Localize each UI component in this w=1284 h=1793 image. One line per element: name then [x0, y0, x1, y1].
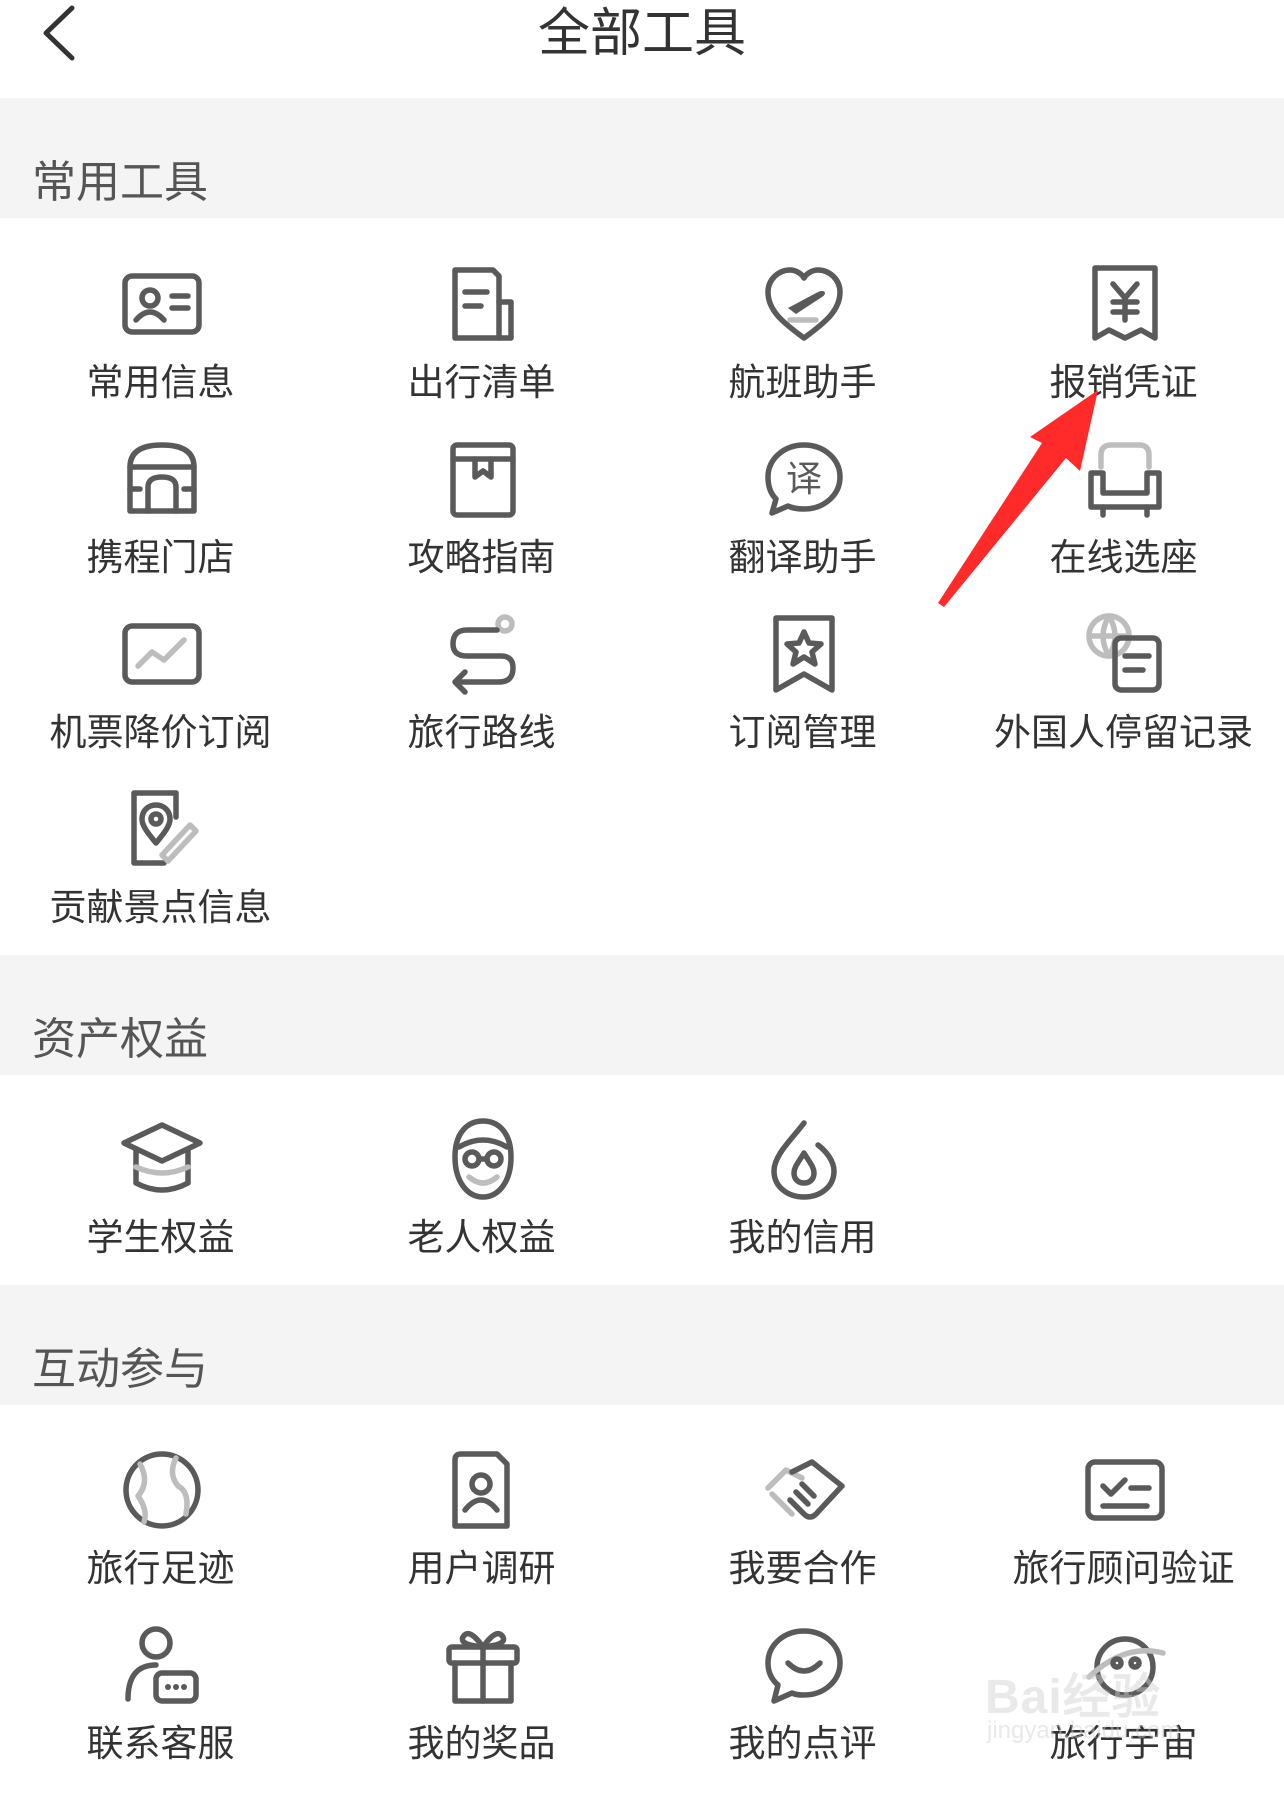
id-card-icon	[120, 262, 204, 346]
tool-label: 翻译助手	[728, 536, 877, 579]
tool-label: 航班助手	[728, 361, 877, 404]
section-header-assets-benefits: 资产权益	[0, 955, 1284, 1075]
tool-student-benefits[interactable]: 学生权益	[0, 1117, 321, 1287]
tool-label: 我的信用	[728, 1216, 877, 1259]
guide-book-icon	[441, 437, 525, 521]
tool-travel-footprint[interactable]: 旅行足迹	[0, 1448, 321, 1618]
page-title: 全部工具	[537, 4, 746, 64]
credit-drop-icon	[762, 1117, 846, 1201]
tool-flight-assistant[interactable]: 航班助手	[642, 262, 963, 432]
customer-service-icon	[120, 1623, 204, 1707]
tool-cooperation[interactable]: 我要合作	[642, 1448, 963, 1618]
section-title: 常用工具	[32, 157, 208, 208]
tool-label: 我的点评	[728, 1722, 877, 1765]
globe-document-icon	[1083, 612, 1167, 696]
tool-label: 出行清单	[407, 361, 556, 404]
route-icon	[441, 612, 525, 696]
tool-my-prizes[interactable]: 我的奖品	[321, 1623, 642, 1793]
svg-text:译: 译	[786, 459, 822, 500]
tool-travel-advisor-verification[interactable]: 旅行顾问验证	[963, 1448, 1284, 1618]
survey-user-icon	[441, 1448, 525, 1532]
flight-heart-icon	[762, 262, 846, 346]
verify-card-icon	[1083, 1448, 1167, 1532]
tool-label: 联系客服	[86, 1722, 235, 1765]
tool-label: 旅行顾问验证	[1012, 1547, 1235, 1590]
section-title: 资产权益	[32, 1014, 208, 1065]
tool-subscription-management[interactable]: 订阅管理	[642, 612, 963, 782]
tool-fare-drop-subscription[interactable]: 机票降价订阅	[0, 612, 321, 782]
section-header-common-tools: 常用工具	[0, 98, 1284, 218]
tool-label: 用户调研	[407, 1547, 556, 1590]
handshake-icon	[762, 1448, 846, 1532]
elder-face-icon	[441, 1117, 525, 1201]
price-chart-icon	[120, 612, 204, 696]
tool-travel-checklist[interactable]: 出行清单	[321, 262, 642, 432]
section-title: 互动参与	[32, 1344, 208, 1395]
tool-label: 旅行路线	[407, 711, 556, 754]
tool-label: 我的奖品	[407, 1722, 556, 1765]
tool-user-research[interactable]: 用户调研	[321, 1448, 642, 1618]
tool-label: 攻略指南	[407, 536, 556, 579]
tool-contact-customer-service[interactable]: 联系客服	[0, 1623, 321, 1793]
tool-common-info[interactable]: 常用信息	[0, 262, 321, 432]
review-bubble-icon	[762, 1623, 846, 1707]
tool-foreigner-stay-record[interactable]: 外国人停留记录	[963, 612, 1284, 782]
tool-senior-benefits[interactable]: 老人权益	[321, 1117, 642, 1287]
annotation-arrow	[938, 390, 1098, 607]
tool-label: 携程门店	[86, 536, 235, 579]
checklist-icon	[441, 262, 525, 346]
tool-travel-route[interactable]: 旅行路线	[321, 612, 642, 782]
tool-label: 常用信息	[86, 361, 235, 404]
section-header-interaction: 互动参与	[0, 1285, 1284, 1405]
tool-strategy-guide[interactable]: 攻略指南	[321, 437, 642, 607]
translate-bubble-icon: 译	[762, 437, 846, 521]
graduation-cap-icon	[120, 1117, 204, 1201]
tool-label: 贡献景点信息	[49, 886, 272, 929]
top-bar: 全部工具	[0, 0, 1284, 98]
tool-label: 老人权益	[407, 1216, 556, 1259]
tool-label: 我要合作	[728, 1547, 877, 1590]
tool-my-credit[interactable]: 我的信用	[642, 1117, 963, 1287]
gift-icon	[441, 1623, 525, 1707]
receipt-yuan-icon	[1083, 262, 1167, 346]
tool-label: 机票降价订阅	[49, 711, 272, 754]
tool-label: 外国人停留记录	[994, 711, 1253, 754]
globe-icon	[120, 1448, 204, 1532]
baidu-jingyan-watermark: Bai经验 jingyan.baidu.com	[985, 1615, 1255, 1765]
tool-translate-assistant[interactable]: 译 翻译助手	[642, 437, 963, 607]
tool-ctrip-store[interactable]: 携程门店	[0, 437, 321, 607]
tool-label: 学生权益	[86, 1216, 235, 1259]
bookmark-star-icon	[762, 612, 846, 696]
tool-my-reviews[interactable]: 我的点评	[642, 1623, 963, 1793]
tool-label: 订阅管理	[728, 711, 877, 754]
store-icon	[120, 437, 204, 521]
watermark-url: jingyan.baidu.com	[987, 1717, 1181, 1744]
tool-contribute-attraction-info[interactable]: 贡献景点信息	[0, 787, 321, 957]
map-pin-edit-icon	[120, 787, 204, 871]
tool-label: 旅行足迹	[86, 1547, 235, 1590]
